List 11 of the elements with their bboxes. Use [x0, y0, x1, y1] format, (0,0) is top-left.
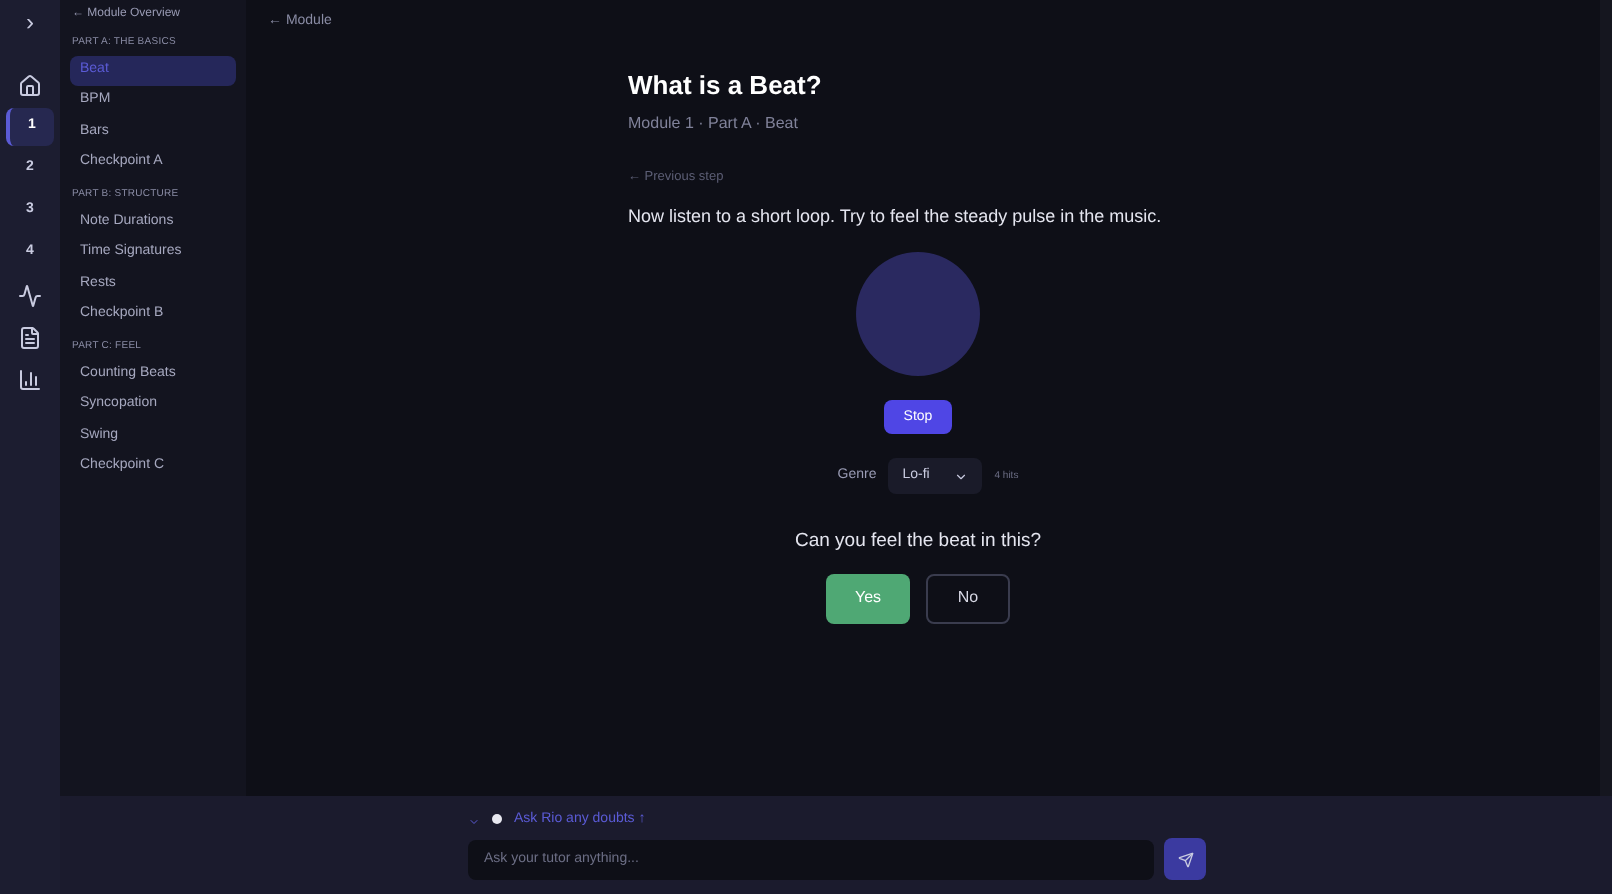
- expand-button[interactable]: ›: [26, 6, 34, 38]
- answer-button[interactable]: No: [926, 573, 1010, 623]
- question-text: Can you feel the beat in this?: [794, 528, 1042, 557]
- breadcrumb: Module 1 · Part A · Beat: [628, 112, 800, 136]
- status-dot-icon: [492, 814, 502, 824]
- send-icon: [1177, 851, 1193, 867]
- instruction-text: Now listen to a short loop. Try to feel the steady pulse in the music.: [628, 203, 1164, 230]
- chevron-icon: [954, 469, 969, 484]
- page-title: What is a Beat?: [628, 70, 824, 102]
- send-button[interactable]: [1164, 838, 1206, 880]
- pulse-circle-icon: [856, 252, 980, 377]
